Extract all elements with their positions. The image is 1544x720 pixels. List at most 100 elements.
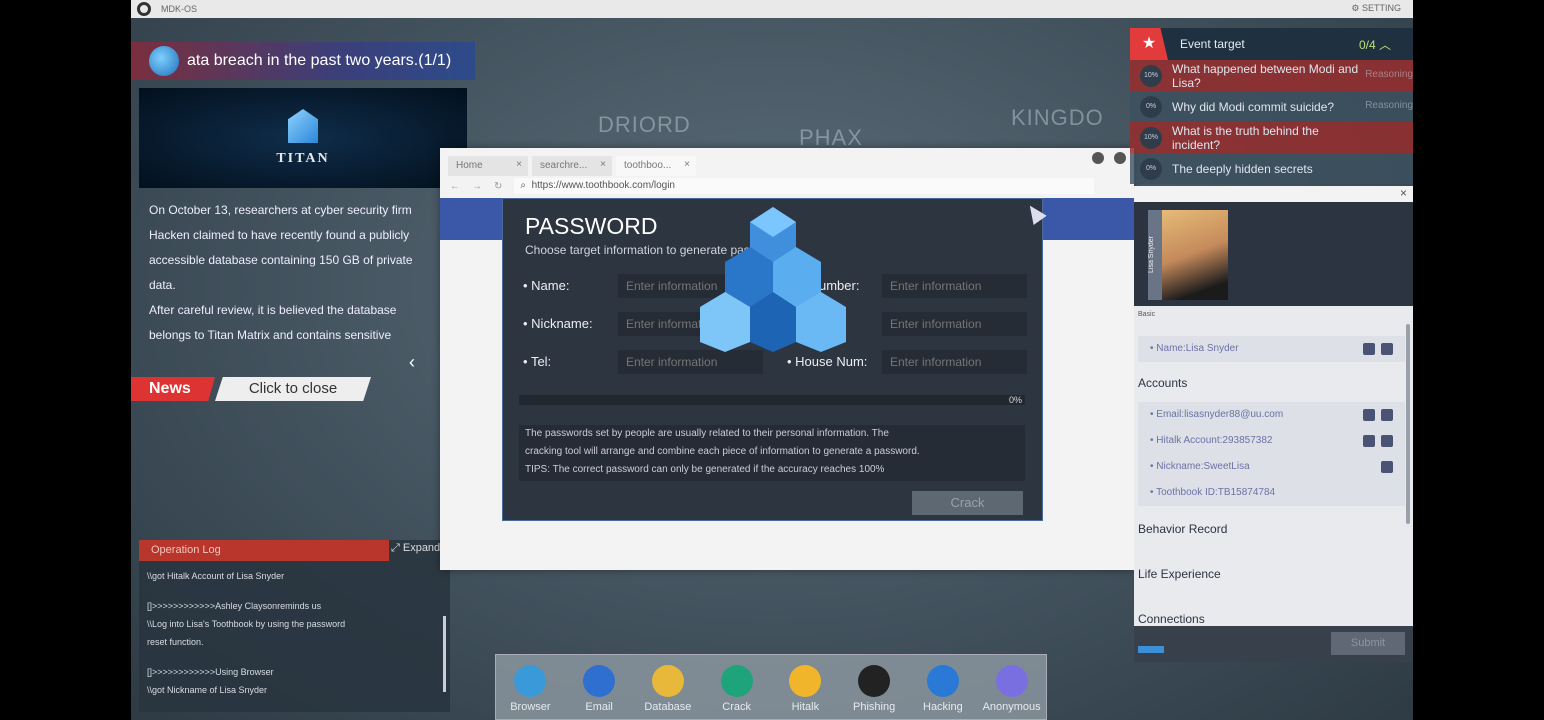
log-line: \\Log into Lisa's Toothbook by using the… — [147, 619, 346, 629]
back-icon[interactable]: ← — [450, 181, 460, 192]
operation-log: Operation Log ⤢ Expand \\got Hitalk Acco… — [139, 540, 450, 712]
map-label: DRIORD — [598, 112, 691, 137]
close-tab-icon[interactable]: × — [516, 159, 522, 170]
event-count[interactable]: 0/4 ︿ — [1359, 36, 1391, 53]
os-logo-icon[interactable] — [137, 2, 151, 16]
hacking-icon — [926, 665, 959, 697]
close-icon[interactable]: × — [1400, 186, 1407, 200]
log-line: \\got Hitalk Account of Lisa Snyder — [147, 571, 285, 581]
dock-app-hacking[interactable]: Hacking — [913, 665, 973, 719]
info-input[interactable] — [882, 312, 1027, 336]
field-label: • Tel: — [523, 354, 552, 369]
titan-logo-text: TITAN — [276, 151, 330, 166]
close-tab-icon[interactable]: × — [684, 159, 690, 170]
dock-app-label: Email — [585, 701, 613, 713]
event-item[interactable]: 0% The deeply hidden secrets — [1130, 153, 1413, 184]
url-text: https://www.toothbook.com/login — [531, 180, 675, 191]
save-icon[interactable] — [1381, 435, 1393, 447]
event-item[interactable]: 0% Why did Modi commit suicide? Reasoning — [1130, 91, 1413, 122]
section-connections[interactable]: Connections — [1134, 612, 1413, 626]
section-life-experience[interactable]: Life Experience — [1134, 567, 1413, 612]
save-icon[interactable] — [1381, 343, 1393, 355]
event-text: Why did Modi commit suicide? — [1172, 99, 1335, 114]
forward-icon[interactable]: → — [472, 181, 482, 192]
dock-app-database[interactable]: Database — [638, 665, 698, 719]
map-label: KINGDO — [1011, 105, 1104, 130]
save-icon[interactable] — [1381, 409, 1393, 421]
reasoning-button[interactable]: Reasoning — [1365, 68, 1413, 82]
status-indicator — [1138, 646, 1164, 653]
progress-percent: 0% — [1008, 395, 1022, 405]
scrollbar[interactable] — [443, 616, 446, 692]
event-item[interactable]: 10% What is the truth behind the incident… — [1130, 122, 1413, 153]
star-icon: ★ — [1130, 28, 1168, 60]
add-icon[interactable] — [1363, 409, 1375, 421]
event-item[interactable]: 10% What happened between Modi and Lisa? R… — [1130, 60, 1413, 91]
minimize-icon[interactable] — [1092, 152, 1104, 164]
click-to-close-button[interactable]: Click to close — [215, 377, 371, 401]
tel-input[interactable] — [618, 350, 763, 374]
news-tab: News Click to close — [131, 377, 371, 401]
tips-line: cracking tool will arrange and combine e… — [525, 446, 920, 457]
reasoning-button[interactable]: Reasoning — [1365, 99, 1413, 113]
field-label: • Name: — [523, 278, 570, 293]
article-line: On October 13, researchers at cyber secu… — [149, 203, 412, 217]
close-window-icon[interactable] — [1114, 152, 1126, 164]
info-name[interactable]: • Name:Lisa Snyder — [1138, 336, 1405, 362]
dock-app-hitalk[interactable]: Hitalk — [775, 665, 835, 719]
expand-button[interactable]: ⤢ Expand — [391, 542, 440, 555]
event-text: What is the truth behind the incident? — [1172, 123, 1319, 152]
tab-label: searchre... — [540, 160, 588, 171]
profile-panel: × Lisa Snyder Basic • Name:Lisa Snyder A… — [1134, 186, 1413, 662]
news-label[interactable]: News — [131, 377, 215, 401]
expand-label: Expand — [402, 542, 441, 554]
article-line: After careful review, it is believed the… — [149, 303, 397, 317]
os-topbar: MDK-OS ⚙ SETTING — [131, 0, 1413, 18]
dock-app-phishing[interactable]: Phishing — [844, 665, 904, 719]
operation-log-title: Operation Log — [139, 540, 389, 561]
dock-app-label: Browser — [510, 701, 551, 713]
reload-icon[interactable]: ↻ — [494, 181, 502, 192]
log-line: []>>>>>>>>>>>>Using Browser — [147, 667, 274, 677]
log-line: reset function. — [147, 637, 204, 647]
phishing-icon — [858, 665, 891, 697]
house-num-input[interactable] — [882, 350, 1027, 374]
setting-button[interactable]: ⚙ SETTING — [1351, 3, 1401, 14]
address-bar[interactable]: ⌕ https://www.toothbook.com/login — [514, 178, 1095, 194]
account-item[interactable]: • Hitalk Account:293857382 — [1138, 428, 1405, 454]
event-progress: 0% — [1140, 157, 1162, 180]
dock-app-anonymous[interactable]: Anonymous — [982, 665, 1042, 719]
account-item[interactable]: • Toothbook ID:TB15874784 — [1138, 480, 1405, 506]
tab-search[interactable]: searchre... × — [532, 156, 612, 176]
accounts-title: Accounts — [1138, 376, 1188, 390]
number-input[interactable] — [882, 274, 1027, 298]
game-screen: MDK-OS ⚙ SETTING DRIORD PHAX KINGDO ata … — [131, 0, 1413, 720]
account-item[interactable]: • Nickname:SweetLisa — [1138, 454, 1405, 480]
add-icon[interactable] — [1363, 343, 1375, 355]
globe-icon — [149, 46, 179, 76]
dock-app-email[interactable]: Email — [569, 665, 629, 719]
browser-icon — [514, 665, 547, 697]
add-icon[interactable] — [1363, 435, 1375, 447]
event-progress: 10% — [1140, 64, 1162, 87]
tab-toothbook[interactable]: toothboo... × — [616, 156, 696, 176]
account-item[interactable]: • Email:lisasnyder88@uu.com — [1138, 402, 1405, 428]
anonymous-icon — [995, 665, 1028, 697]
submit-button[interactable]: Submit — [1331, 632, 1405, 655]
chevron-left-icon[interactable]: ‹ — [409, 352, 415, 373]
close-tab-icon[interactable]: × — [600, 159, 606, 170]
tab-home[interactable]: Home × — [448, 156, 528, 176]
tab-label: Home — [456, 160, 483, 171]
os-title: MDK-OS — [161, 4, 197, 14]
event-target-title: Event target — [1180, 37, 1245, 51]
avatar-name-tag: Lisa Snyder — [1148, 210, 1162, 300]
news-headline: ata breach in the past two years.(1/1) — [187, 52, 452, 69]
dock-app-label: Hacking — [923, 701, 963, 713]
scrollbar[interactable] — [1406, 324, 1410, 524]
log-line: \\got Nickname of Lisa Snyder — [147, 685, 268, 695]
section-behavior-record[interactable]: Behavior Record — [1134, 522, 1413, 567]
dock-app-crack[interactable]: Crack — [707, 665, 767, 719]
crack-button[interactable]: Crack — [912, 491, 1023, 515]
dock-app-browser[interactable]: Browser — [500, 665, 560, 719]
add-icon[interactable] — [1381, 461, 1393, 473]
